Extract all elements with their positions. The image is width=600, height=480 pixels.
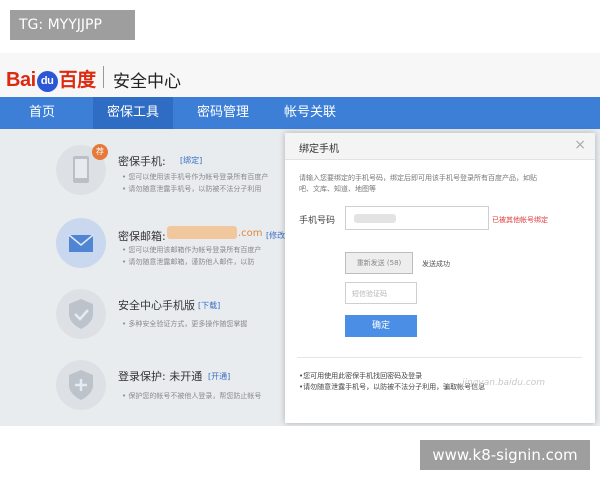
- resend-code-button[interactable]: 重新发送 (58): [345, 252, 413, 274]
- list-item: 荐 密保手机: [绑定] • 您可以使用该手机号作为帐号登录所有百度产 • 请勿…: [0, 143, 300, 215]
- nav-item-account-link[interactable]: 帐号关联: [275, 97, 345, 129]
- bind-phone-dialog: 绑定手机 × 请输入您要绑定的手机号码，绑定后即可用该手机号登录所有百度产品，如…: [285, 133, 595, 423]
- screenshot: Bai du 百度 安全中心 首页 密保工具 密码管理 帐号关联 荐 密保手机: […: [0, 53, 600, 426]
- shield-icon: [56, 289, 106, 339]
- email-suffix: .com: [238, 228, 263, 239]
- nav-bar: 首页 密保工具 密码管理 帐号关联: [0, 97, 600, 129]
- sms-code-input[interactable]: 短信验证码: [345, 282, 417, 304]
- logo-cn-text: 百度: [58, 70, 97, 91]
- enable-protection-link[interactable]: [开通]: [208, 371, 230, 382]
- list-item-title: 密保手机:: [118, 155, 166, 168]
- recommend-badge: 荐: [92, 144, 108, 160]
- page: TG: MYYJJPP Bai du 百度 安全中心 首页 密保工具 密码管理 帐号…: [0, 0, 600, 480]
- confirm-button[interactable]: 确定: [345, 315, 417, 337]
- list-item: 安全中心手机版 [下载] • 多种安全验证方式，更多操作随您掌握: [0, 289, 300, 361]
- header-divider: [103, 66, 104, 88]
- dialog-intro-line: 请输入您要绑定的手机号码，绑定后即可用该手机号登录所有百度产品，如贴: [299, 174, 537, 182]
- list-item-desc: • 请勿随意泄露手机号，以防被不法分子利用: [122, 185, 262, 193]
- dialog-title: 绑定手机: [299, 144, 339, 155]
- mail-icon: [56, 218, 106, 268]
- divider: [297, 357, 582, 358]
- list-item-title: 登录保护: 未开通: [118, 370, 203, 383]
- watermark: jingyan.baidu.com: [462, 378, 546, 388]
- list-item: 登录保护: 未开通 [开通] • 保护您的帐号不被他人登录，帮您防止帐号: [0, 356, 300, 426]
- send-status: 发送成功: [422, 260, 450, 268]
- email-masked: [167, 226, 237, 239]
- nav-item-password[interactable]: 密码管理: [188, 97, 258, 129]
- top-tag: TG: MYYJJPP: [10, 10, 135, 40]
- close-icon[interactable]: ×: [574, 137, 586, 153]
- dialog-note: •请勿随意泄露手机号，以防被不法分子利用，骗取帐号信息: [299, 383, 486, 391]
- sms-code-placeholder: 短信验证码: [352, 290, 387, 298]
- bind-phone-link[interactable]: [绑定]: [180, 155, 202, 166]
- list-item-desc: • 多种安全验证方式，更多操作随您掌握: [122, 320, 248, 328]
- phone-input[interactable]: [345, 206, 489, 230]
- list-item-title: 密保邮箱:: [118, 230, 166, 243]
- nav-item-security-tools[interactable]: 密保工具: [93, 97, 173, 129]
- nav-item-home[interactable]: 首页: [12, 97, 72, 129]
- list-item: 密保邮箱: .com [修改] • 您可以使用该邮箱作为帐号登录所有百度产 • …: [0, 216, 300, 288]
- list-item-desc: • 请勿随意泄露邮箱，谨防他人邮件，以防: [122, 258, 255, 266]
- dialog-intro-line: 吧、文库、知道、地图等: [299, 185, 376, 193]
- list-item-desc: • 保护您的帐号不被他人登录，帮您防止帐号: [122, 392, 262, 400]
- phone-warning: 已被其他帐号绑定: [492, 216, 548, 224]
- dialog-intro: 请输入您要绑定的手机号码，绑定后即可用该手机号登录所有百度产品，如贴 吧、文库、…: [299, 173, 589, 195]
- list-item-title: 安全中心手机版: [118, 299, 195, 312]
- paw-icon: du: [36, 71, 58, 92]
- shield-plus-icon: [56, 360, 106, 410]
- baidu-logo[interactable]: Bai du 百度: [6, 65, 96, 92]
- dialog-note: •您可用使用此密保手机找回密码及登录: [299, 372, 423, 380]
- header: Bai du 百度 安全中心: [0, 53, 600, 97]
- phone-label: 手机号码: [299, 216, 336, 226]
- dialog-header: 绑定手机 ×: [285, 133, 595, 160]
- page-title: 安全中心: [113, 72, 181, 92]
- phone-masked: [354, 214, 396, 223]
- list-item-desc: • 您可以使用该手机号作为帐号登录所有百度产: [122, 173, 269, 181]
- logo-bai-text: Bai: [6, 69, 36, 91]
- bottom-tag: www.k8-signin.com: [420, 440, 590, 470]
- download-link[interactable]: [下载]: [198, 300, 220, 311]
- list-item-desc: • 您可以使用该邮箱作为帐号登录所有百度产: [122, 246, 262, 254]
